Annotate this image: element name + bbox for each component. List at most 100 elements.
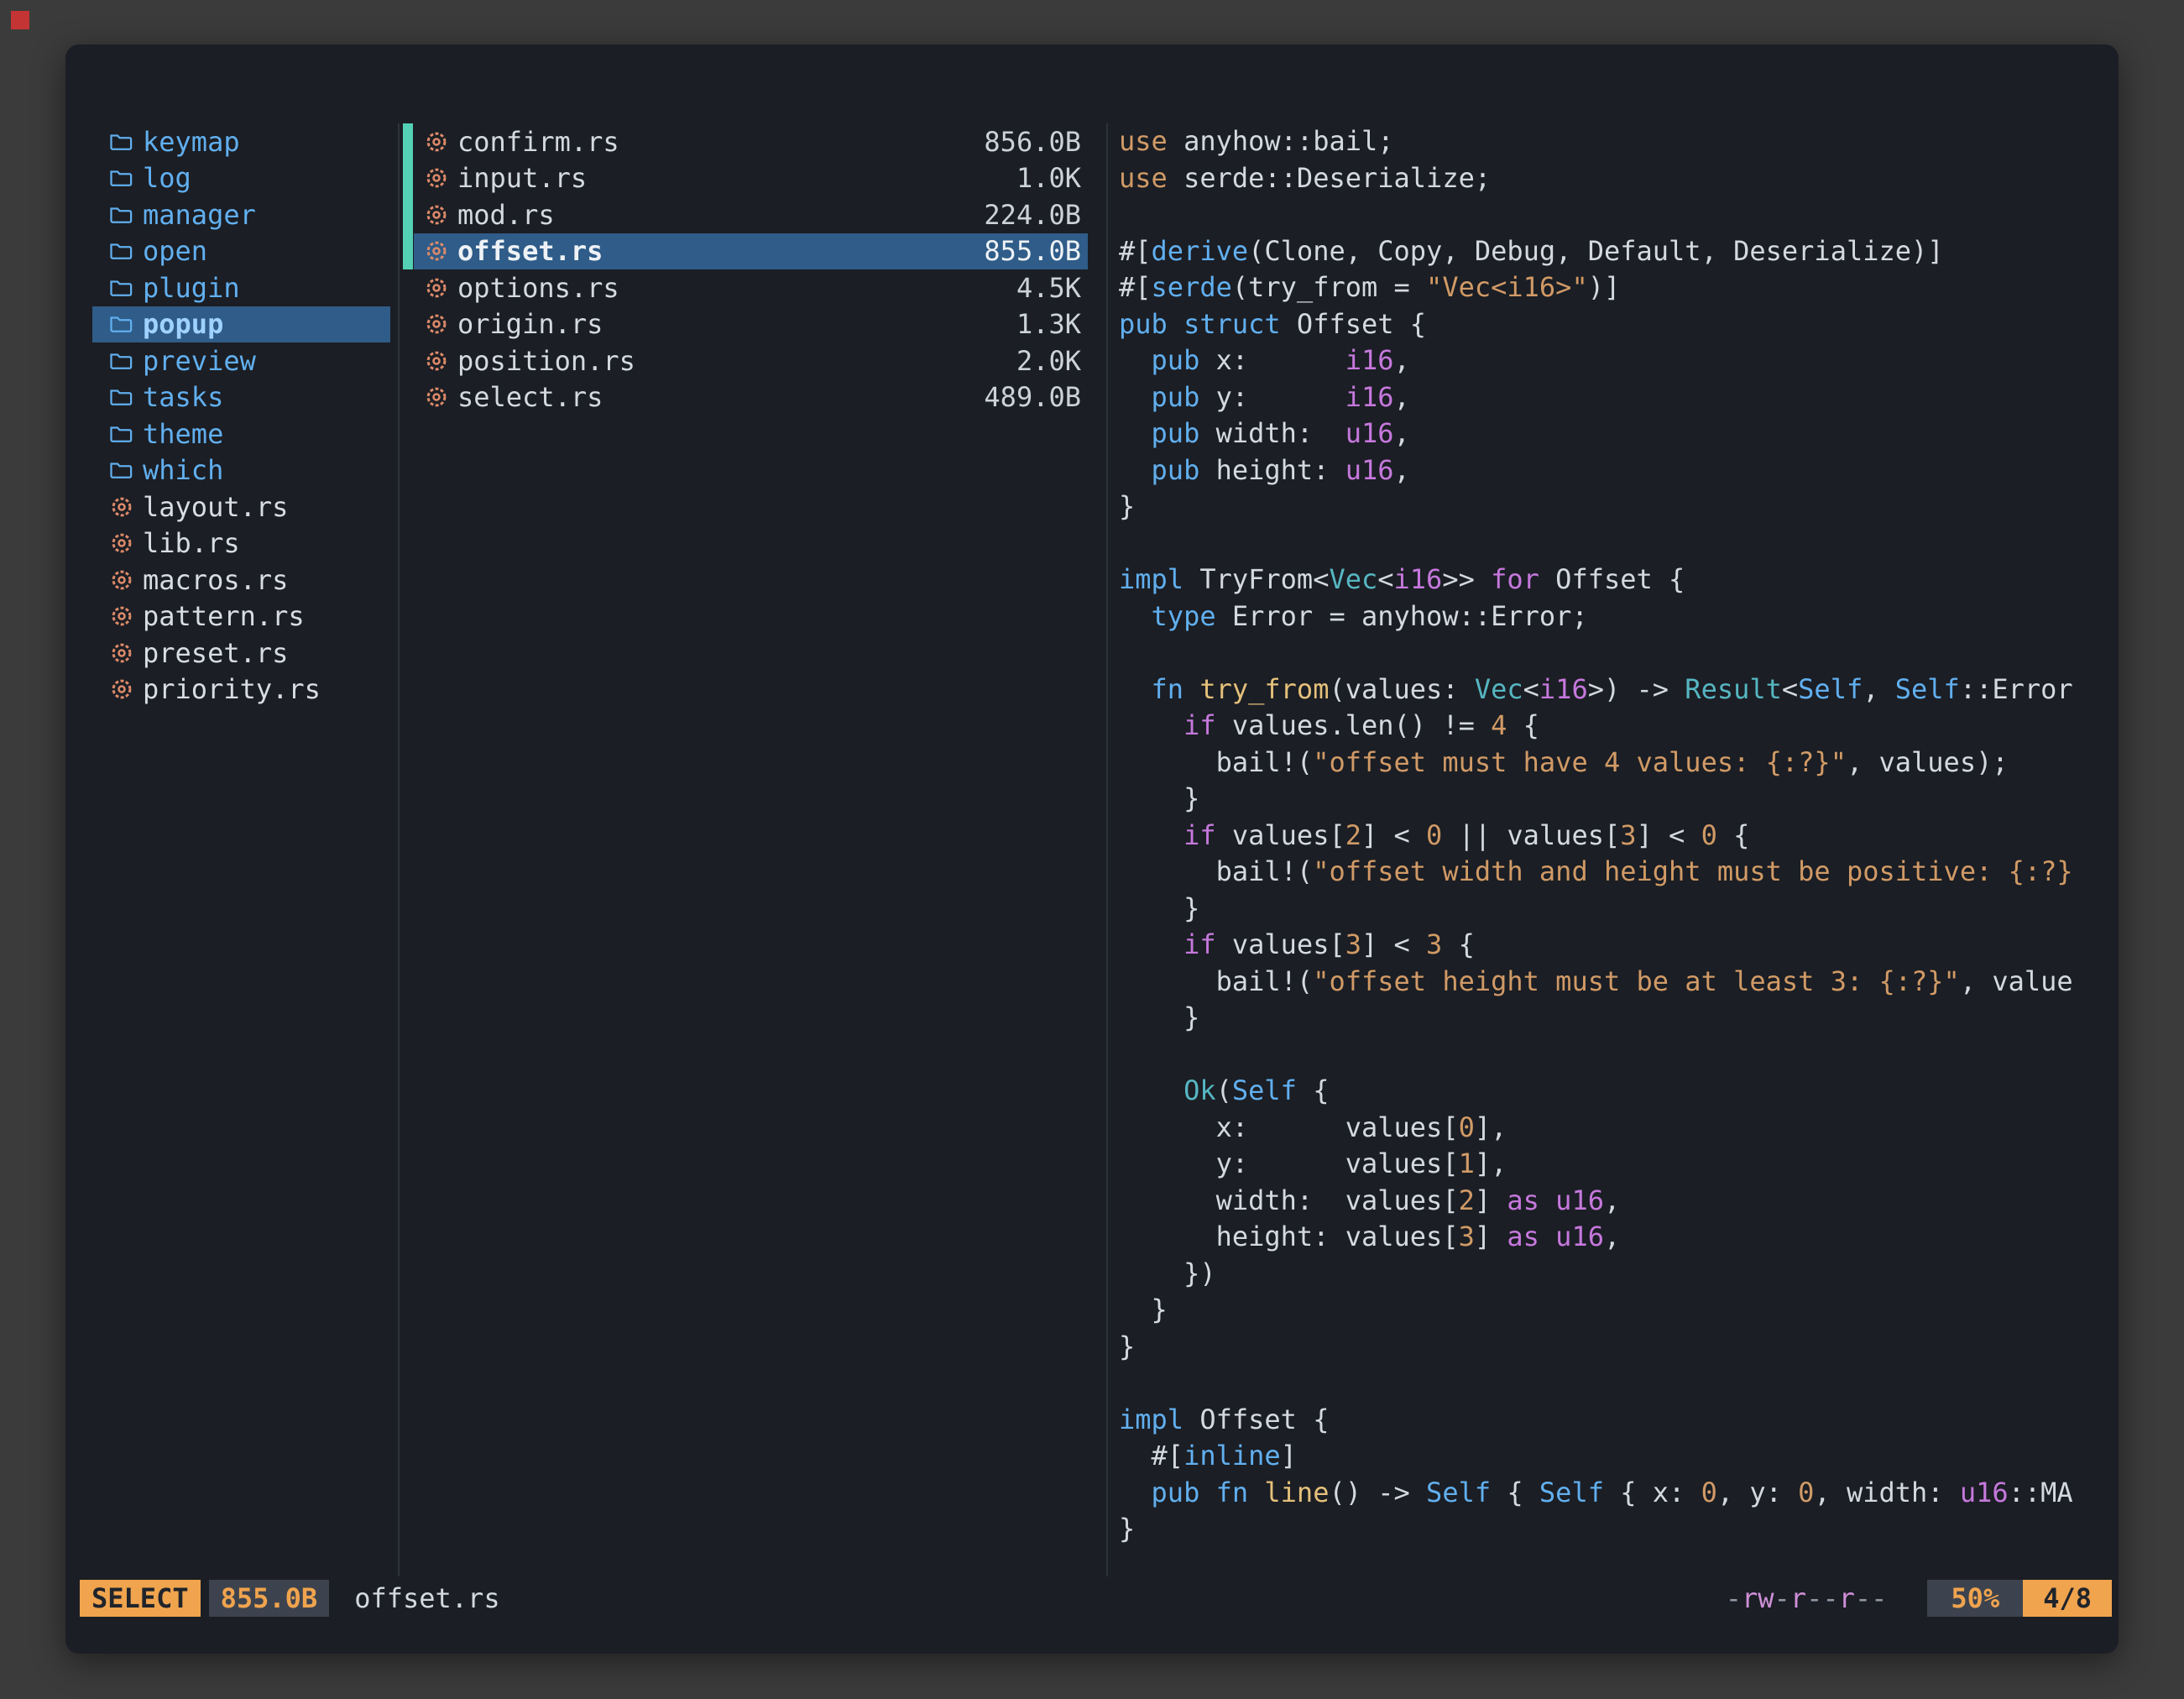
file-size: 1.0K [1016, 162, 1081, 194]
sidebar-item-manager[interactable]: manager [92, 196, 390, 233]
code-line: } [1119, 1511, 2109, 1548]
sidebar-item-pattern-rs[interactable]: pattern.rs [92, 599, 390, 635]
code-line [1119, 196, 2109, 233]
sidebar-item-popup[interactable]: popup [92, 306, 390, 343]
code-line: pub fn line() -> Self { Self { x: 0, y: … [1119, 1475, 2109, 1512]
file-permissions: -rw-r--r-- [1726, 1582, 1888, 1614]
file-row-position-rs[interactable]: position.rs 2.0K [414, 342, 1088, 379]
rust-file-icon [109, 641, 134, 665]
code-line [1119, 525, 2109, 562]
code-line: use anyhow::bail; [1119, 123, 2109, 160]
folder-icon [109, 313, 134, 335]
code-line [1119, 1365, 2109, 1402]
code-line: } [1119, 1329, 2109, 1366]
code-line: x: values[0], [1119, 1110, 2109, 1147]
code-line: bail!("offset width and height must be p… [1119, 854, 2109, 891]
file-row-origin-rs[interactable]: origin.rs 1.3K [414, 306, 1088, 343]
mode-badge: SELECT [80, 1580, 201, 1617]
sidebar-item-layout-rs[interactable]: layout.rs [92, 489, 390, 525]
status-bar-right: -rw-r--r-- 50% 4/8 [1726, 1580, 2112, 1617]
code-line: use serde::Deserialize; [1119, 160, 2109, 197]
sidebar-item-label: macros.rs [143, 564, 288, 596]
code-line: bail!("offset height must be at least 3:… [1119, 964, 2109, 1001]
scroll-percent-badge: 50% [1927, 1580, 2023, 1617]
sidebar-item-plugin[interactable]: plugin [92, 269, 390, 306]
code-line: impl Offset { [1119, 1402, 2109, 1439]
code-line: #[inline] [1119, 1438, 2109, 1475]
sidebar-item-label: lib.rs [143, 527, 240, 559]
code-line: #[serde(try_from = "Vec<i16>")] [1119, 269, 2109, 306]
code-line: } [1119, 891, 2109, 928]
file-row-options-rs[interactable]: options.rs 4.5K [414, 269, 1088, 306]
folder-icon [109, 350, 134, 372]
folder-icon [109, 167, 134, 189]
file-name: select.rs [457, 381, 603, 413]
code-line: pub height: u16, [1119, 452, 2109, 489]
sidebar-item-log[interactable]: log [92, 160, 390, 197]
code-line: }) [1119, 1256, 2109, 1293]
code-line: Ok(Self { [1119, 1073, 2109, 1110]
sidebar-item-keymap[interactable]: keymap [92, 123, 390, 160]
status-bar-left: SELECT 855.0B offset.rs [80, 1580, 500, 1617]
rust-file-icon [424, 130, 449, 154]
sidebar-item-open[interactable]: open [92, 233, 390, 270]
file-name: confirm.rs [457, 126, 619, 158]
recording-indicator-dot [11, 11, 29, 29]
sidebar-item-label: tasks [143, 381, 223, 413]
file-row-select-rs[interactable]: select.rs 489.0B [414, 379, 1088, 416]
current-directory-pane: confirm.rs 856.0B input.rs 1.0K mod.rs 2… [414, 123, 1088, 416]
sidebar-item-which[interactable]: which [92, 452, 390, 489]
file-size: 2.0K [1016, 345, 1081, 377]
sidebar-item-label: pattern.rs [143, 600, 305, 632]
rust-file-icon [424, 166, 449, 190]
selected-files-marker-bar [403, 123, 413, 269]
sidebar-item-label: which [143, 454, 223, 486]
folder-icon [109, 204, 134, 226]
terminal-window: keymap log manager open [65, 44, 2119, 1654]
code-line [1119, 635, 2109, 672]
file-name: mod.rs [457, 199, 555, 231]
file-row-mod-rs[interactable]: mod.rs 224.0B [414, 196, 1088, 233]
folder-icon [109, 423, 134, 445]
folder-icon [109, 459, 134, 481]
sidebar-item-label: open [143, 235, 207, 267]
sidebar-item-macros-rs[interactable]: macros.rs [92, 562, 390, 599]
pane-divider-left [398, 123, 400, 1576]
code-line: pub x: i16, [1119, 342, 2109, 379]
code-line: height: values[3] as u16, [1119, 1219, 2109, 1256]
code-line: if values.len() != 4 { [1119, 708, 2109, 745]
file-position-badge: 4/8 [2023, 1580, 2112, 1617]
file-size: 224.0B [984, 199, 1081, 231]
sidebar-item-lib-rs[interactable]: lib.rs [92, 525, 390, 562]
file-name: offset.rs [457, 235, 603, 267]
rust-file-icon [424, 349, 449, 373]
file-row-input-rs[interactable]: input.rs 1.0K [414, 160, 1088, 197]
rust-file-icon [424, 276, 449, 300]
file-size: 856.0B [984, 126, 1081, 158]
sidebar-item-preset-rs[interactable]: preset.rs [92, 635, 390, 672]
sidebar-item-tasks[interactable]: tasks [92, 379, 390, 416]
file-size: 4.5K [1016, 272, 1081, 304]
rust-file-icon [424, 203, 449, 227]
file-size: 855.0B [984, 235, 1081, 267]
file-size: 1.3K [1016, 308, 1081, 340]
code-line: pub y: i16, [1119, 379, 2109, 416]
rust-file-icon [424, 239, 449, 263]
rust-file-icon [109, 568, 134, 592]
code-line: bail!("offset must have 4 values: {:?}",… [1119, 745, 2109, 782]
sidebar-item-label: theme [143, 418, 223, 450]
sidebar-item-priority-rs[interactable]: priority.rs [92, 672, 390, 708]
code-line: width: values[2] as u16, [1119, 1183, 2109, 1220]
file-row-offset-rs[interactable]: offset.rs 855.0B [414, 233, 1088, 270]
code-line: } [1119, 781, 2109, 818]
code-line: if values[3] < 3 { [1119, 927, 2109, 964]
file-row-confirm-rs[interactable]: confirm.rs 856.0B [414, 123, 1088, 160]
code-line: type Error = anyhow::Error; [1119, 599, 2109, 635]
code-line [1119, 1037, 2109, 1074]
folder-icon [109, 131, 134, 153]
status-filename: offset.rs [354, 1582, 499, 1614]
sidebar-item-preview[interactable]: preview [92, 342, 390, 379]
sidebar-item-theme[interactable]: theme [92, 416, 390, 452]
sidebar-item-label: log [143, 162, 191, 194]
file-name: input.rs [457, 162, 587, 194]
